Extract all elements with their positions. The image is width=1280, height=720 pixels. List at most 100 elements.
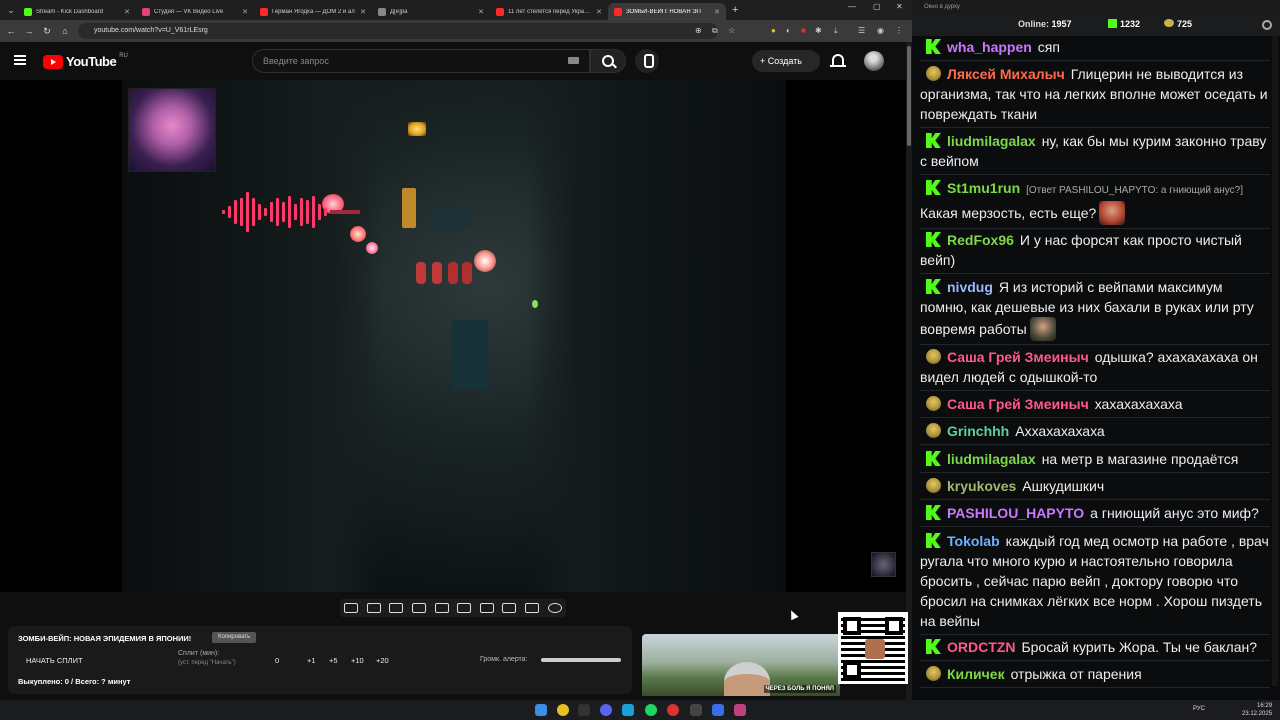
plus-frame-icon[interactable] xyxy=(502,603,517,613)
reload-icon[interactable]: ↻ xyxy=(38,26,56,37)
app-icon[interactable] xyxy=(690,704,702,716)
maximize-icon[interactable]: ▢ xyxy=(873,2,881,11)
discord-icon[interactable] xyxy=(600,704,612,716)
home-icon[interactable]: ⌂ xyxy=(56,26,74,36)
chat-username[interactable]: Саша Грей Змеиныч xyxy=(947,396,1089,412)
lantern xyxy=(462,262,472,284)
speed-icon[interactable] xyxy=(479,603,494,613)
app-icon[interactable] xyxy=(712,704,724,716)
chat-username[interactable]: RedFox96 xyxy=(947,232,1014,248)
bookmark-star-icon[interactable]: ☆ xyxy=(728,26,735,35)
new-tab-icon[interactable]: + xyxy=(732,4,738,16)
chat-scrollbar[interactable] xyxy=(1272,36,1278,686)
split-button-0[interactable]: 0 xyxy=(275,656,279,665)
zoom-icon[interactable]: ⊕ xyxy=(695,26,702,35)
chat-username[interactable]: Ляксей Михалыч xyxy=(947,66,1065,82)
broadcast-icon[interactable] xyxy=(366,603,381,613)
cast-icon[interactable]: ⧉ xyxy=(712,26,718,36)
screenshot-camera-icon[interactable] xyxy=(525,603,540,613)
close-tab-icon[interactable]: ✕ xyxy=(360,8,366,16)
app-icon[interactable] xyxy=(734,704,746,716)
split-button-plus5[interactable]: +5 xyxy=(329,656,338,665)
create-button[interactable]: + Создать xyxy=(752,50,820,72)
smoked-status: Выкуплено: 0 / Всего: ? минут xyxy=(18,677,131,686)
picture-in-picture-icon[interactable] xyxy=(434,603,449,613)
tab-kick-dashboard[interactable]: Stream - Kick Dashboard ✕ xyxy=(18,3,136,20)
loop-icon[interactable] xyxy=(344,603,359,613)
profile-icon[interactable]: ◉ xyxy=(877,26,884,35)
url-field[interactable]: youtube.com/watch?v=U_V61rLEsrg xyxy=(78,23,718,39)
browser-menu-icon[interactable]: ⋮ xyxy=(895,26,903,35)
search-button[interactable] xyxy=(590,49,626,73)
close-tab-icon[interactable]: ✕ xyxy=(714,8,720,16)
extension-icon[interactable]: ■ xyxy=(801,26,806,35)
start-split-button[interactable]: НАЧАТЬ СПЛИТ xyxy=(26,656,83,665)
close-tab-icon[interactable]: ✕ xyxy=(124,8,130,16)
chat-username[interactable]: Киличек xyxy=(947,666,1005,682)
tab-vk-studio[interactable]: Студия — VK Видео Live ✕ xyxy=(136,3,254,20)
scrollbar-thumb[interactable] xyxy=(907,46,911,146)
keyboard-icon[interactable] xyxy=(568,57,579,64)
notifications-bell-icon[interactable] xyxy=(830,54,846,67)
spotify-icon[interactable] xyxy=(645,704,657,716)
video-player[interactable] xyxy=(0,80,906,592)
close-tab-icon[interactable]: ✕ xyxy=(242,8,248,16)
clip-icon[interactable] xyxy=(412,603,427,613)
tab-youtube-ukraine[interactable]: 11 лет стелется перед Украине ✕ xyxy=(490,3,608,20)
chat-username[interactable]: liudmilagalax xyxy=(947,133,1036,149)
chat-username[interactable]: Grinchhh xyxy=(947,423,1009,439)
recommended-video-thumbnail[interactable]: ЧЕРЕЗ БОЛЬ Я ПОНЯЛ xyxy=(642,634,840,696)
tab-youtube-german[interactable]: Герман Ягодка — ДОМ 2 и ал ✕ xyxy=(254,3,372,20)
settings-gear-icon[interactable] xyxy=(547,603,562,613)
avatar[interactable] xyxy=(864,51,884,71)
tray-clock[interactable]: 16:29 23.12.2025 xyxy=(1242,702,1272,718)
chat-message: wha_happen сяп xyxy=(920,37,1270,61)
alert-volume-slider[interactable] xyxy=(541,658,621,662)
obs-icon[interactable] xyxy=(667,704,679,716)
youtube-logo[interactable]: YouTube RU xyxy=(43,53,128,69)
chat-message: liudmilagalax на метр в магазине продаётс… xyxy=(920,449,1270,473)
sidebar-icon[interactable]: ☰ xyxy=(858,26,865,35)
extension-icon[interactable]: ◐ xyxy=(786,26,791,35)
chat-settings-gear-icon[interactable] xyxy=(1262,20,1272,30)
theater-mode-icon[interactable] xyxy=(457,603,472,613)
app-icon[interactable] xyxy=(578,704,590,716)
chrome-icon[interactable] xyxy=(557,704,569,716)
steam-icon[interactable] xyxy=(622,704,634,716)
windows-start-icon[interactable] xyxy=(535,704,547,716)
close-window-icon[interactable]: ✕ xyxy=(896,2,903,11)
close-tab-icon[interactable]: ✕ xyxy=(596,8,602,16)
extension-icon[interactable]: ● xyxy=(771,26,776,35)
tab-search-icon[interactable]: ⌄ xyxy=(4,3,18,17)
minimize-icon[interactable]: — xyxy=(848,2,856,11)
tab-dera[interactable]: Д[е]ра ✕ xyxy=(372,3,490,20)
chat-username[interactable]: PASHILOU_HAPYTO xyxy=(947,505,1084,521)
copy-button[interactable]: Копировать xyxy=(212,632,257,643)
close-tab-icon[interactable]: ✕ xyxy=(478,8,484,16)
extensions-puzzle-icon[interactable]: ✱ xyxy=(815,26,822,35)
chat-username[interactable]: nivdug xyxy=(947,279,993,295)
hamburger-menu-icon[interactable] xyxy=(14,55,26,65)
screen-record-icon[interactable] xyxy=(389,603,404,613)
back-icon[interactable]: ← xyxy=(2,26,20,36)
chat-username[interactable]: liudmilagalax xyxy=(947,451,1036,467)
chat-username[interactable]: St1mu1run xyxy=(947,180,1020,196)
keyboard-language[interactable]: РУС xyxy=(1193,706,1205,712)
chat-username[interactable]: wha_happen xyxy=(947,39,1032,55)
chat-username[interactable]: Tokolab xyxy=(947,533,1000,549)
split-button-plus10[interactable]: +10 xyxy=(351,656,364,665)
chat-username[interactable]: Саша Грей Змеиныч xyxy=(947,349,1089,365)
chat-username[interactable]: ORDCTZN xyxy=(947,639,1015,655)
chat-username[interactable]: kryukoves xyxy=(947,478,1016,494)
split-button-plus20[interactable]: +20 xyxy=(376,656,389,665)
chat-message: Ляксей Михалыч Глицерин не выводится из о… xyxy=(920,64,1270,128)
youtube-badge-icon xyxy=(926,666,941,681)
download-icon[interactable]: ⤓ xyxy=(834,26,838,36)
voice-search-icon[interactable] xyxy=(635,49,659,73)
tab-youtube-zombie-vape[interactable]: ЗОМБИ-ВЕЙП: НОВАЯ ЭП ✕ xyxy=(608,3,726,20)
chat-message: RedFox96 И у нас форсят как просто чистый… xyxy=(920,230,1270,274)
sign xyxy=(432,210,472,230)
search-input[interactable]: Введите запрос xyxy=(252,49,590,73)
split-button-plus1[interactable]: +1 xyxy=(307,656,316,665)
forward-icon[interactable]: → xyxy=(20,26,38,36)
